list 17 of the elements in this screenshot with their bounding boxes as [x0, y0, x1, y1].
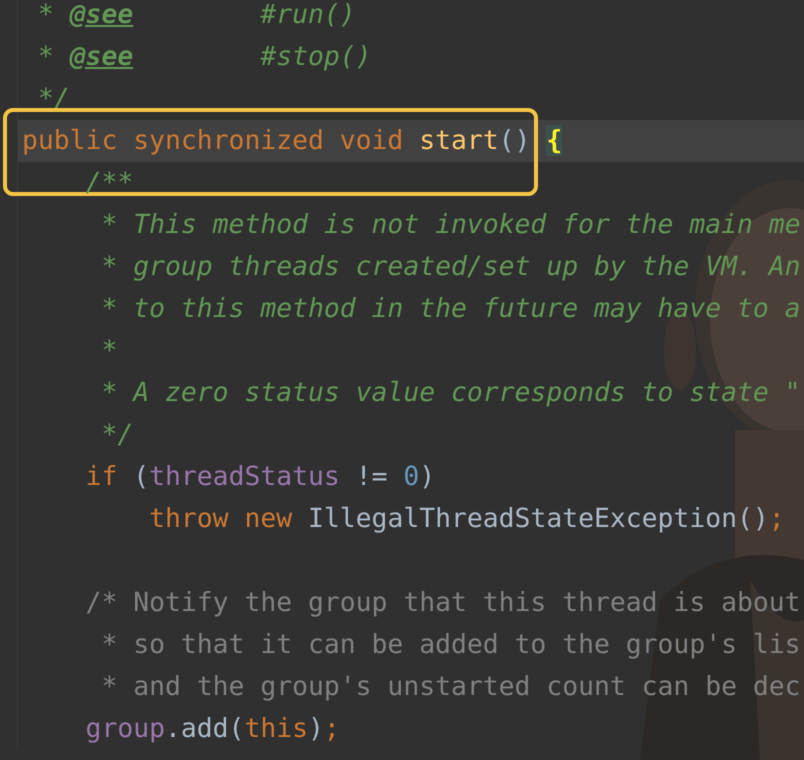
code-line: throw new IllegalThreadStateException();: [148, 502, 785, 536]
code-line: /* Notify the group that this thread is about: [84, 586, 801, 620]
code-line: * to this method in the future may have to a: [100, 292, 801, 326]
code-line: * so that it can be added to the group's lis: [100, 628, 801, 662]
code-line: public synchronized void start() {: [22, 124, 562, 158]
code-line: group.add(this);: [84, 712, 340, 746]
code-line: * This method is not invoked for the main me: [100, 208, 801, 242]
code-line: */: [36, 82, 70, 116]
code-line: *: [100, 334, 118, 368]
code-line: * and the group's unstarted count can be dec: [100, 670, 801, 704]
code-line: /**: [84, 166, 134, 200]
code-line: * @see #run(): [36, 0, 356, 32]
code-line: if (threadStatus != 0): [84, 460, 436, 494]
code-line: */: [100, 418, 134, 452]
code-line: * @see #stop(): [36, 40, 372, 74]
code-line: * A zero status value corresponds to state ": [100, 376, 801, 410]
code-line: * group threads created/set up by the VM. An: [100, 250, 801, 284]
